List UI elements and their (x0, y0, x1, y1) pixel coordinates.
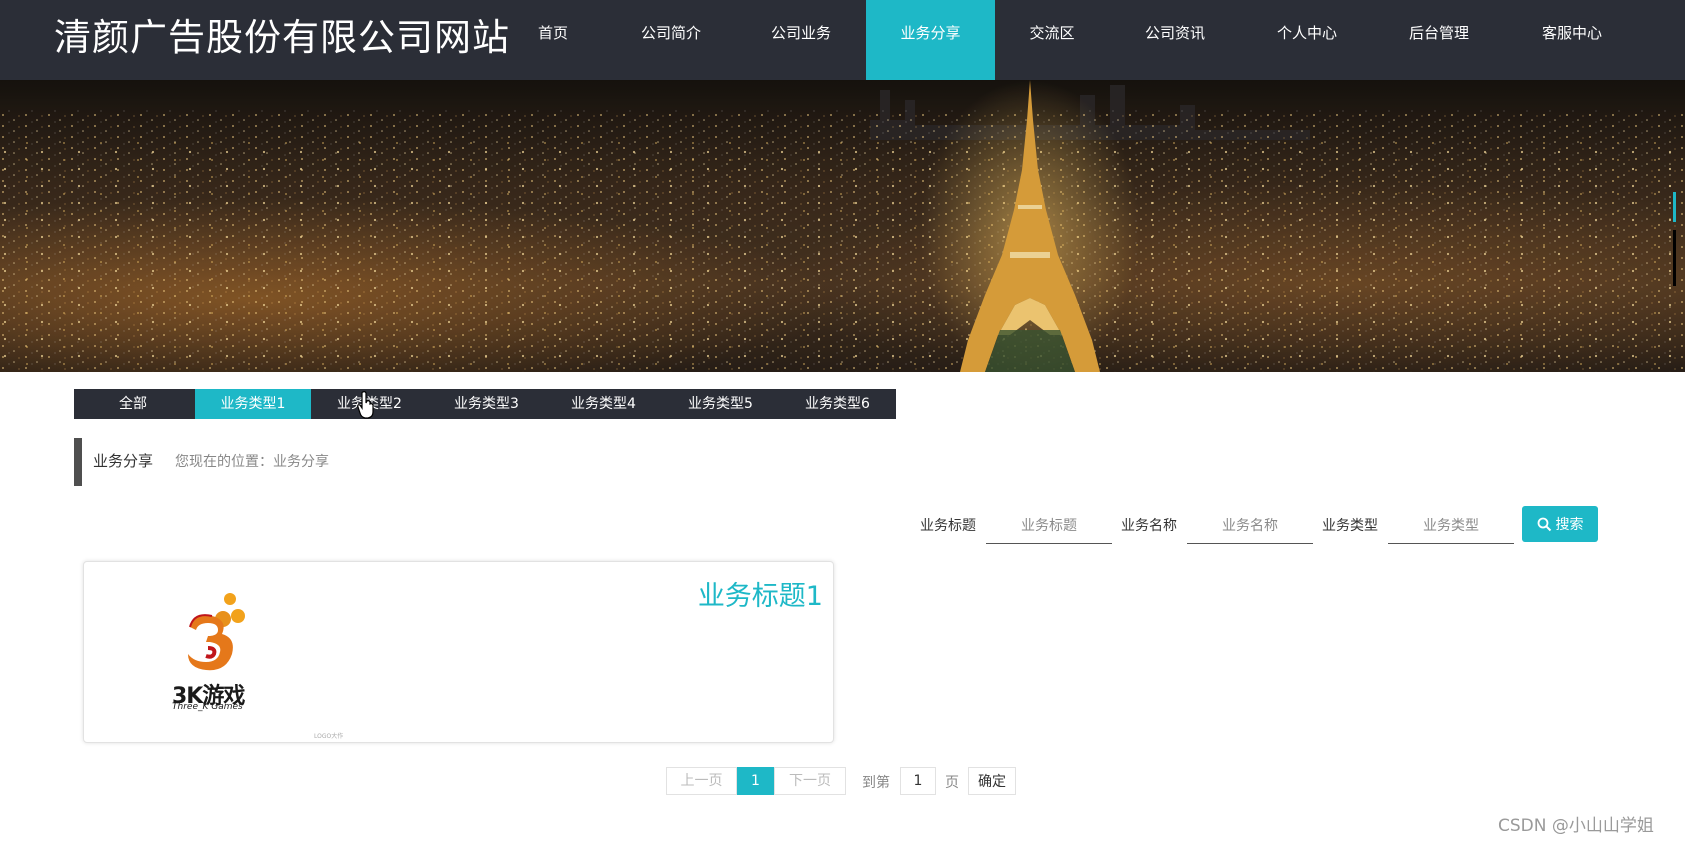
category-tab-all[interactable]: 全部 (74, 389, 192, 419)
section-title: 业务分享 (93, 452, 154, 470)
banner-indicator-3[interactable] (1673, 256, 1676, 286)
top-navbar: 清颜广告股份有限公司网站 首页 公司简介 公司业务 业务分享 交流区 公司资讯 … (0, 0, 1685, 80)
search-input-type[interactable] (1388, 508, 1514, 544)
category-tab-type-5[interactable]: 业务类型5 (662, 389, 779, 419)
nav-home[interactable]: 首页 (526, 0, 580, 80)
goto-page-input[interactable] (900, 767, 936, 795)
page-1-button[interactable]: 1 (737, 767, 774, 795)
search-label-type: 业务类型 (1322, 518, 1378, 534)
hero-banner[interactable] (0, 80, 1685, 372)
nav-personal-center[interactable]: 个人中心 (1266, 0, 1348, 80)
card-title[interactable]: 业务标题1 (698, 574, 823, 613)
search-button[interactable]: 搜索 (1522, 506, 1598, 542)
section-accent-bar (74, 438, 82, 486)
search-label-name: 业务名称 (1121, 518, 1177, 534)
goto-label: 到第 (862, 775, 890, 791)
category-tab-type-4[interactable]: 业务类型4 (545, 389, 662, 419)
goto-confirm-button[interactable]: 确定 (968, 767, 1016, 795)
category-tab-type-6[interactable]: 业务类型6 (779, 389, 896, 419)
next-page-button[interactable]: 下一页 (774, 767, 846, 795)
nav-company-intro[interactable]: 公司简介 (630, 0, 712, 80)
banner-image (0, 80, 1685, 372)
search-input-title[interactable] (986, 508, 1112, 544)
category-tab-type-1[interactable]: 业务类型1 (195, 389, 311, 419)
logo-subtext: Three_K Games (172, 702, 243, 712)
logo-caption: LOGO大作 (314, 733, 344, 740)
site-title: 清颜广告股份有限公司网站 (54, 16, 510, 59)
category-tab-type-3[interactable]: 业务类型3 (428, 389, 545, 419)
hand-cursor-icon (357, 391, 374, 419)
breadcrumb: 您现在的位置：业务分享 (175, 454, 329, 470)
nav-customer-service[interactable]: 客服中心 (1531, 0, 1613, 80)
watermark: CSDN @小山山学姐 (1498, 816, 1654, 836)
nav-company-business[interactable]: 公司业务 (760, 0, 842, 80)
search-label-title: 业务标题 (920, 518, 976, 534)
banner-indicator-1[interactable] (1673, 192, 1676, 222)
search-icon (1537, 517, 1551, 531)
nav-business-share[interactable]: 业务分享 (866, 0, 995, 80)
nav-admin[interactable]: 后台管理 (1398, 0, 1480, 80)
search-input-name[interactable] (1187, 508, 1313, 544)
3k-games-logo (188, 593, 245, 671)
nav-company-news[interactable]: 公司资讯 (1134, 0, 1216, 80)
page-unit-label: 页 (945, 775, 959, 791)
prev-page-button[interactable]: 上一页 (666, 767, 737, 795)
search-button-label: 搜索 (1555, 517, 1584, 533)
nav-forum[interactable]: 交流区 (1020, 0, 1084, 80)
category-tabs: 全部 业务类型1 业务类型2 业务类型3 业务类型4 业务类型5 业务类型6 (74, 389, 896, 419)
business-card[interactable]: 3K游戏 Three_K Games LOGO大作 业务标题1 (83, 561, 834, 743)
